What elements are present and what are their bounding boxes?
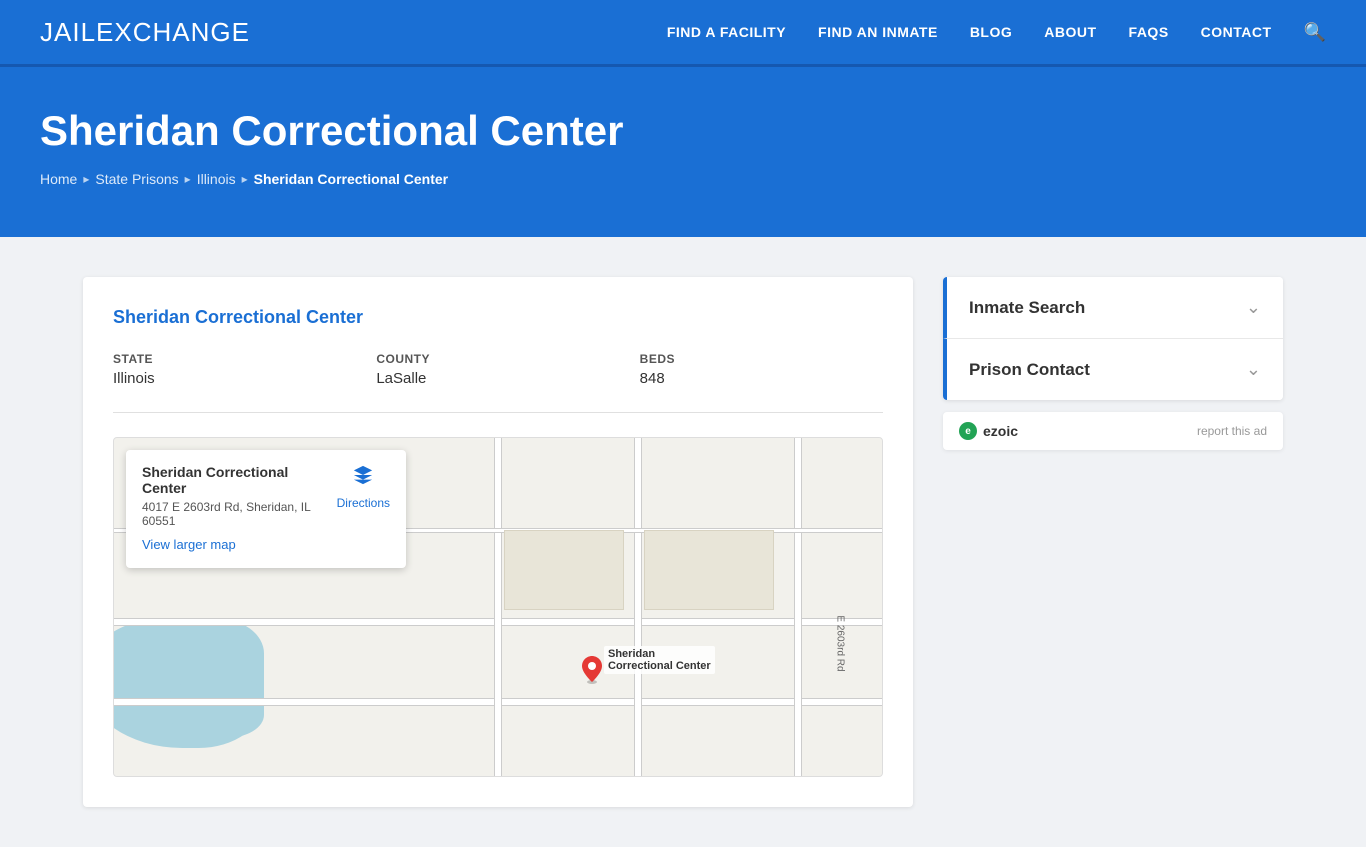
map-view-larger[interactable]: View larger map [142,537,236,552]
directions-container: Directions [337,464,390,512]
county-info: COUNTY LaSalle [376,352,619,388]
state-value: Illinois [113,370,155,387]
nav-find-facility[interactable]: FIND A FACILITY [667,24,786,40]
map-info-title: Sheridan Correctional Center [142,464,329,496]
road-v3 [794,438,802,776]
main-nav: FIND A FACILITY FIND AN INMATE BLOG ABOU… [667,22,1326,43]
logo-jail: JAIL [40,17,96,47]
beds-value: 848 [640,370,665,387]
directions-link[interactable]: Directions [337,496,390,510]
logo-exchange: EXCHANGE [96,17,250,47]
facility-info-grid: STATE Illinois COUNTY LaSalle BEDS 848 [113,352,883,388]
directions-icon [337,464,390,492]
building-block-1 [504,530,624,610]
nav-contact[interactable]: CONTACT [1201,24,1272,40]
breadcrumb: Home ▸ State Prisons ▸ Illinois ▸ Sherid… [40,171,1326,187]
header: JAILEXCHANGE FIND A FACILITY FIND AN INM… [0,0,1366,64]
ezoic-icon: e [959,422,977,440]
facility-panel: Sheridan Correctional Center STATE Illin… [83,277,913,807]
ezoic-label: ezoic [983,423,1018,439]
breadcrumb-current: Sheridan Correctional Center [254,171,449,187]
road-v1 [494,438,502,776]
breadcrumb-sep-1: ▸ [83,172,89,186]
nav-blog[interactable]: BLOG [970,24,1012,40]
county-value: LaSalle [376,370,426,387]
beds-label: BEDS [640,352,883,366]
inmate-search-label: Inmate Search [969,298,1085,318]
map-pin-icon [582,656,602,684]
chevron-down-icon-inmate: ⌄ [1246,297,1261,318]
info-divider [113,412,883,413]
report-ad-link[interactable]: report this ad [1197,424,1267,438]
ezoic-bar: e ezoic report this ad [943,412,1283,450]
nav-faqs[interactable]: FAQs [1129,24,1169,40]
road-v2 [634,438,642,776]
chevron-down-icon-prison: ⌄ [1246,359,1261,380]
breadcrumb-sep-3: ▸ [242,172,248,186]
search-icon[interactable]: 🔍 [1304,22,1326,43]
state-label: STATE [113,352,356,366]
main-content: Sheridan Correctional Center STATE Illin… [43,237,1323,847]
breadcrumb-sep-2: ▸ [185,172,191,186]
map-info-box: Sheridan Correctional Center 4017 E 2603… [126,450,406,568]
breadcrumb-state[interactable]: Illinois [197,171,236,187]
beds-info: BEDS 848 [640,352,883,388]
facility-title: Sheridan Correctional Center [113,307,883,328]
state-info: STATE Illinois [113,352,356,388]
map-pin-label: Sheridan Correctional Center [604,646,715,674]
nav-find-inmate[interactable]: FIND AN INMATE [818,24,938,40]
building-block-2 [644,530,774,610]
inmate-search-item[interactable]: Inmate Search ⌄ [943,277,1283,339]
road-label: E 2603rd Rd [835,615,846,671]
nav-about[interactable]: ABOUT [1044,24,1096,40]
hero-section: Sheridan Correctional Center Home ▸ Stat… [0,67,1366,237]
sidebar-card: Inmate Search ⌄ Prison Contact ⌄ [943,277,1283,400]
right-sidebar: Inmate Search ⌄ Prison Contact ⌄ e ezoic… [943,277,1283,450]
map-container[interactable]: Sheridan Correctional Center E 2603rd Rd… [113,437,883,777]
prison-contact-label: Prison Contact [969,360,1090,380]
map-pin-container [582,656,602,689]
site-logo[interactable]: JAILEXCHANGE [40,17,250,48]
page-title: Sheridan Correctional Center [40,107,1326,155]
breadcrumb-home[interactable]: Home [40,171,77,187]
ezoic-logo: e ezoic [959,422,1018,440]
prison-contact-item[interactable]: Prison Contact ⌄ [943,339,1283,400]
map-info-address: 4017 E 2603rd Rd, Sheridan, IL 60551 [142,500,329,528]
county-label: COUNTY [376,352,619,366]
breadcrumb-state-prisons[interactable]: State Prisons [95,171,178,187]
